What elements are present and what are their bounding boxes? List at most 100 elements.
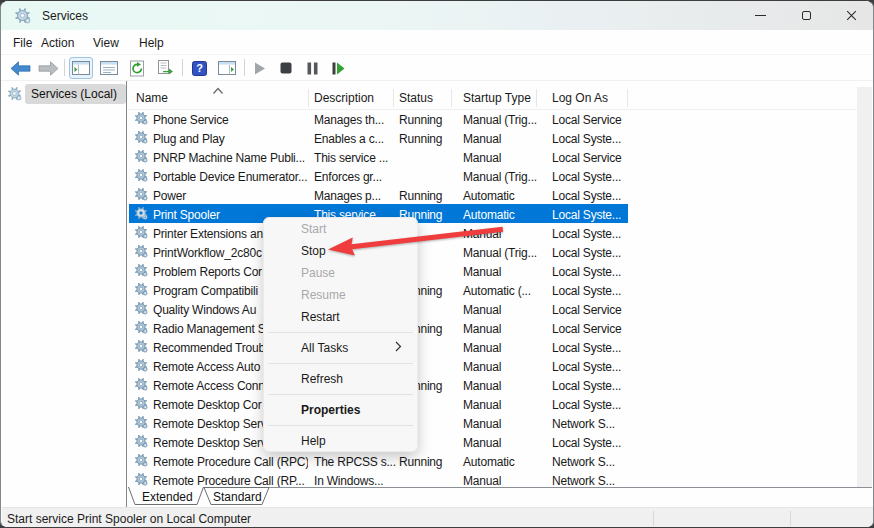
status-bar-text: Start service Print Spooler on Local Com…: [7, 512, 251, 526]
service-rows: Phone ServiceManages th...RunningManual …: [128, 109, 872, 487]
toolbar: ?: [1, 55, 873, 81]
cell-startup: Manual (Trig...: [463, 113, 537, 127]
cell-logon: Network S...: [552, 455, 626, 469]
vertical-scrollbar[interactable]: [857, 87, 872, 487]
cell-logon: Local Syste...: [552, 227, 626, 241]
menu-separator: [268, 332, 413, 333]
context-menu-item-refresh[interactable]: Refresh: [264, 368, 417, 390]
cell-startup: Manual: [463, 341, 501, 355]
pause-service-icon: [307, 62, 318, 75]
context-menu-item-restart[interactable]: Restart: [264, 306, 417, 328]
service-row-remote-procedure-call-rpc[interactable]: Remote Procedure Call (RPC)The RPCSS s..…: [129, 451, 628, 470]
maximize-icon: [802, 11, 811, 20]
service-gear-icon: [134, 358, 148, 372]
cell-startup: Manual: [463, 436, 501, 450]
column-header-startup-type[interactable]: Startup Type: [463, 91, 531, 105]
cell-desc: Enforces gr...: [314, 170, 397, 184]
console-tree-icon: [72, 61, 90, 75]
cell-name: Plug and Play: [153, 132, 308, 146]
menu-action[interactable]: Action: [41, 36, 74, 50]
menu-separator: [268, 394, 413, 395]
cell-logon: Local Syste...: [552, 379, 626, 393]
column-header-description[interactable]: Description: [314, 91, 374, 105]
show-action-pane-button[interactable]: [215, 57, 239, 79]
column-header-name[interactable]: Name: [136, 91, 168, 105]
cell-name: Power: [153, 189, 308, 203]
cell-logon: Local Syste...: [552, 189, 626, 203]
column-header-log-on-as[interactable]: Log On As: [552, 91, 608, 105]
service-row-power[interactable]: PowerManages p...RunningAutomaticLocal S…: [129, 185, 628, 204]
window-title: Services: [42, 9, 88, 23]
cell-logon: Local Syste...: [552, 284, 626, 298]
show-console-tree-button[interactable]: [69, 57, 93, 79]
cell-logon: Local Syste...: [552, 436, 626, 450]
cell-startup: Manual: [463, 265, 501, 279]
export-list-icon: [157, 60, 173, 76]
cell-name: Portable Device Enumerator...: [153, 170, 308, 184]
refresh-button[interactable]: [125, 57, 149, 79]
cell-startup: Automatic (...: [463, 284, 531, 298]
toolbar-separator: [182, 59, 183, 76]
column-header-status[interactable]: Status: [399, 91, 433, 105]
tab-extended-label[interactable]: Extended: [142, 490, 193, 504]
close-icon: [846, 10, 857, 21]
properties-window-icon: [100, 61, 118, 75]
menu-file[interactable]: File: [13, 36, 32, 50]
cell-startup: Manual: [463, 322, 501, 336]
cell-desc: Enables a c...: [314, 132, 397, 146]
cell-logon: Local Syste...: [552, 265, 626, 279]
service-row-phone-service[interactable]: Phone ServiceManages th...RunningManual …: [129, 109, 628, 128]
service-gear-icon: [134, 320, 148, 334]
service-gear-icon: [134, 225, 148, 239]
context-menu-item-help[interactable]: Help: [264, 430, 417, 452]
cell-name: Phone Service: [153, 113, 308, 127]
service-row-remote-procedure-call-rp[interactable]: Remote Procedure Call (RP...In Windows..…: [129, 470, 628, 487]
sidebar-item-services-local[interactable]: Services (Local): [2, 84, 127, 105]
service-gear-icon: [134, 149, 148, 163]
service-gear-icon: [134, 168, 148, 182]
cell-startup: Manual: [463, 360, 501, 374]
cell-startup: Automatic: [463, 189, 515, 203]
help-button[interactable]: ?: [187, 57, 211, 79]
column-separator: [308, 89, 309, 107]
stop-service-button[interactable]: [274, 57, 298, 79]
cell-logon: Network S...: [552, 417, 626, 431]
sidebar-item-label: Services (Local): [31, 87, 117, 101]
cell-logon: Local Service: [552, 113, 626, 127]
properties-window-button[interactable]: [97, 57, 121, 79]
menu-separator: [268, 363, 413, 364]
service-gear-icon: [134, 111, 148, 125]
maximize-button[interactable]: [784, 1, 829, 30]
cell-status: Running: [399, 189, 442, 203]
cell-startup: Manual: [463, 132, 501, 146]
cell-startup: Manual: [463, 303, 501, 317]
pause-service-button[interactable]: [300, 57, 324, 79]
close-button[interactable]: [829, 1, 874, 30]
cell-startup: Manual: [463, 398, 501, 412]
cell-logon: Local Syste...: [552, 360, 626, 374]
back-button[interactable]: [8, 57, 32, 79]
tab-standard-label[interactable]: Standard: [213, 490, 262, 504]
service-gear-icon: [134, 263, 148, 277]
menu-view[interactable]: View: [93, 36, 119, 50]
cell-desc: This service ...: [314, 151, 397, 165]
context-menu-item-all-tasks[interactable]: All Tasks: [264, 337, 417, 359]
export-list-button[interactable]: [153, 57, 177, 79]
restart-service-button[interactable]: [326, 57, 350, 79]
start-service-button[interactable]: [248, 57, 272, 79]
cell-logon: Local Service: [552, 151, 626, 165]
service-row-pnrp-machine-name-publi[interactable]: PNRP Machine Name Publi...This service .…: [129, 147, 628, 166]
service-row-plug-and-play[interactable]: Plug and PlayEnables a c...RunningManual…: [129, 128, 628, 147]
menu-bar: File Action View Help: [1, 30, 873, 55]
services-node-icon: [7, 86, 22, 101]
minimize-button[interactable]: [738, 1, 783, 30]
column-separator: [627, 89, 628, 107]
column-separator: [451, 89, 452, 107]
services-app-icon: [14, 7, 31, 24]
cell-startup: Automatic: [463, 455, 515, 469]
menu-help[interactable]: Help: [139, 36, 164, 50]
context-menu-item-properties[interactable]: Properties: [264, 399, 417, 421]
service-gear-icon: [134, 282, 148, 296]
forward-button[interactable]: [36, 57, 60, 79]
service-row-portable-device-enumerator[interactable]: Portable Device Enumerator... Enforces gr…: [129, 166, 628, 185]
